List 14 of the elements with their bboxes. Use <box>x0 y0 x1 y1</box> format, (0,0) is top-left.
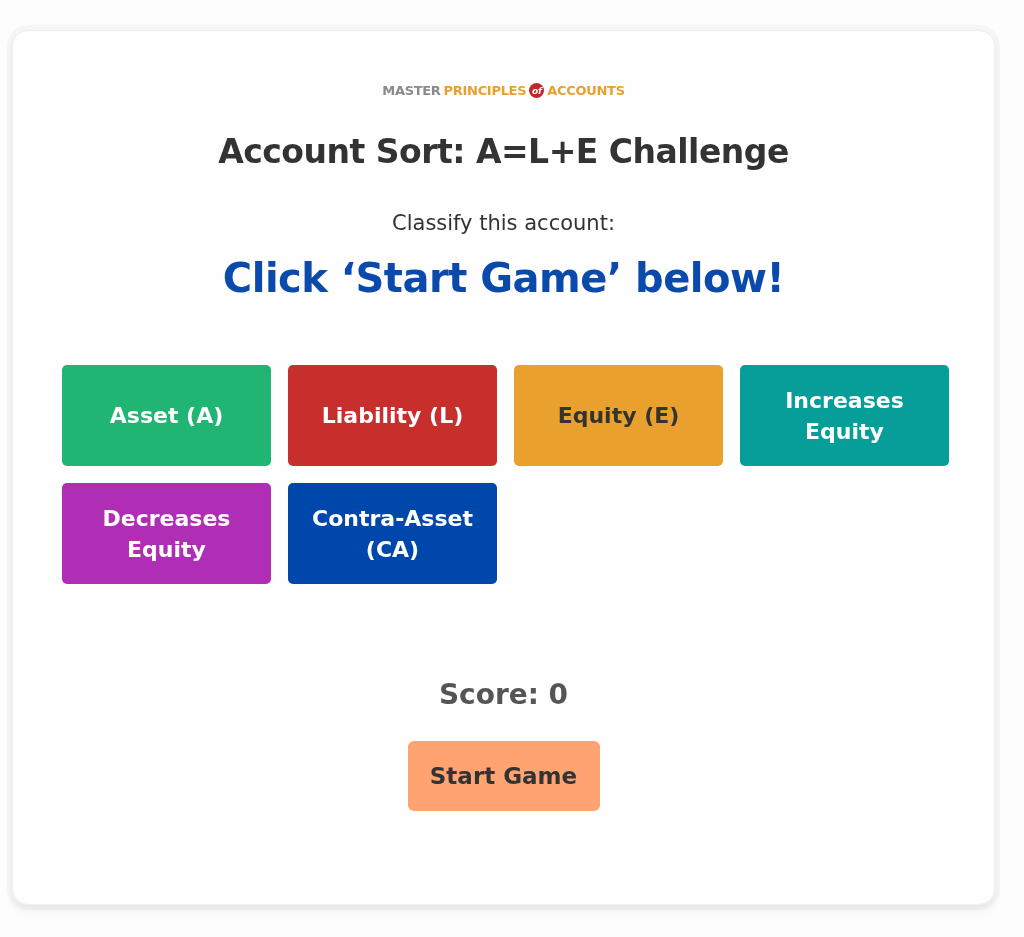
account-prompt: Click ‘Start Game’ below! <box>222 255 785 301</box>
category-button[interactable]: Contra-Asset (CA) <box>288 483 497 584</box>
category-button[interactable]: Decreases Equity <box>62 483 271 584</box>
logo-badge: of <box>529 83 545 98</box>
logo-text: ACCOUNTS <box>547 83 625 98</box>
category-button[interactable]: Equity (E) <box>514 365 723 466</box>
category-button[interactable]: Liability (L) <box>288 365 497 466</box>
logo-text: MASTER <box>382 83 441 98</box>
score-text: Score: 0 <box>438 678 569 711</box>
start-game-button[interactable]: Start Game <box>407 741 600 811</box>
category-button[interactable]: Increases Equity <box>740 365 949 466</box>
instruction-text: Classify this account: <box>392 211 615 235</box>
game-title: Account Sort: A=L+E Challenge <box>218 132 789 171</box>
logo-text: PRINCIPLES <box>443 83 527 98</box>
